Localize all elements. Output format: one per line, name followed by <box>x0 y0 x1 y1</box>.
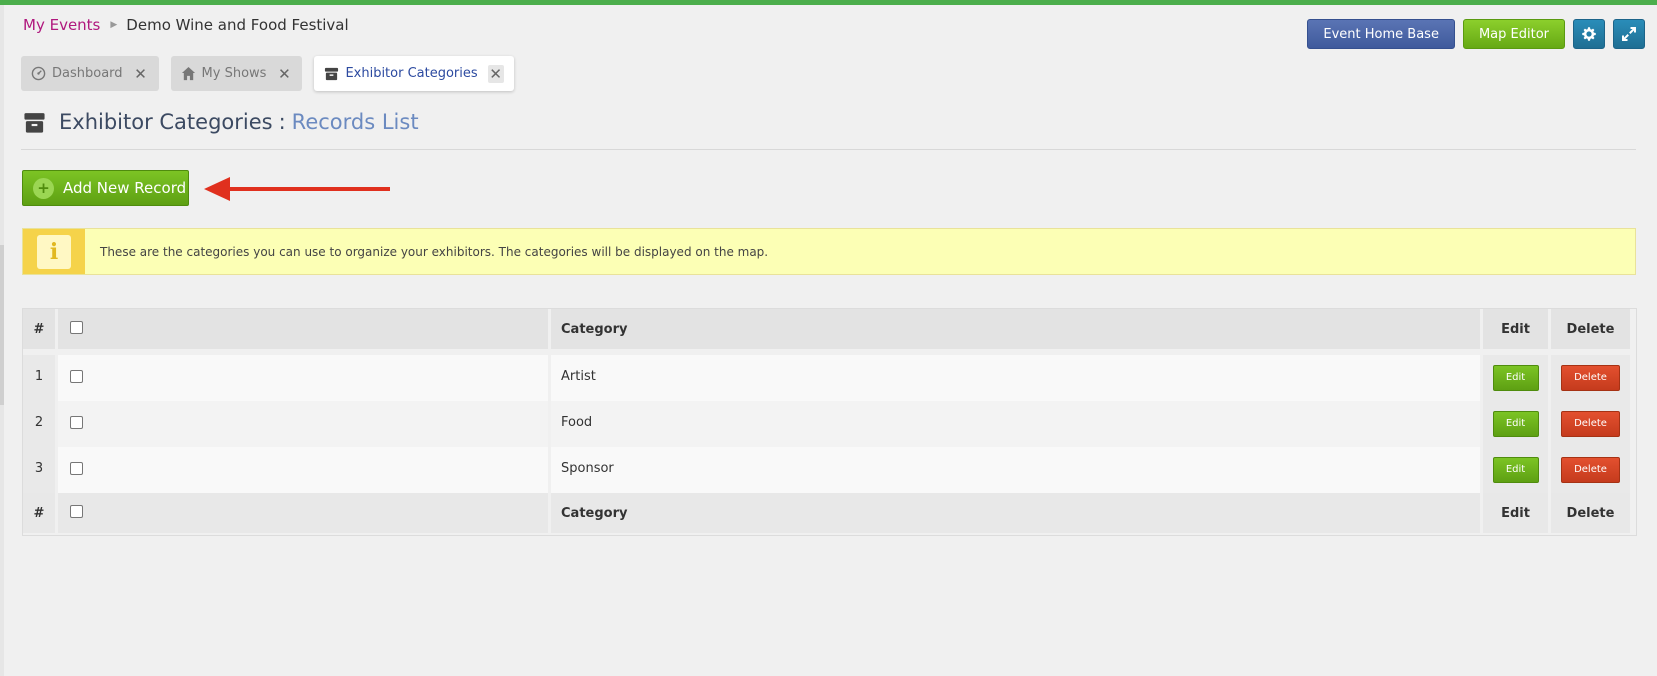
add-new-record-label: Add New Record <box>63 179 187 197</box>
expand-icon <box>1622 27 1636 41</box>
breadcrumb-link-my-events[interactable]: My Events <box>23 16 100 34</box>
map-editor-button[interactable]: Map Editor <box>1462 19 1565 49</box>
breadcrumb-current: Demo Wine and Food Festival <box>126 16 349 34</box>
tab-exhibitor-categories[interactable]: Exhibitor Categories ✕ <box>314 56 514 91</box>
page-title-sub: Records List <box>291 110 419 134</box>
close-icon[interactable]: ✕ <box>487 64 504 83</box>
table-header-row: # Category Edit Delete <box>23 309 1630 349</box>
header-delete: Delete <box>1551 309 1630 349</box>
event-home-base-button[interactable]: Event Home Base <box>1307 19 1455 49</box>
row-checkbox[interactable] <box>70 461 83 475</box>
table-row: 3 Sponsor Edit Delete <box>23 447 1630 493</box>
footer-delete: Delete <box>1551 493 1630 533</box>
row-category: Sponsor <box>551 447 1480 493</box>
row-category: Food <box>551 401 1480 447</box>
page-title-main: Exhibitor Categories <box>59 110 273 134</box>
archive-icon <box>324 66 339 81</box>
top-accent-bar <box>0 0 1657 5</box>
edit-button[interactable]: Edit <box>1492 365 1539 391</box>
info-box: i These are the categories you can use t… <box>22 228 1636 275</box>
left-edge <box>0 5 4 676</box>
row-num: 3 <box>23 447 55 493</box>
footer-num: # <box>23 493 55 533</box>
add-new-record-button[interactable]: + Add New Record <box>22 170 189 206</box>
settings-button[interactable] <box>1573 19 1605 49</box>
close-icon[interactable]: ✕ <box>276 65 292 83</box>
tab-label: Dashboard <box>52 66 123 81</box>
info-icon: i <box>37 234 71 269</box>
select-all-checkbox[interactable] <box>70 504 83 518</box>
table-row: 2 Food Edit Delete <box>23 401 1630 447</box>
tab-dashboard[interactable]: Dashboard ✕ <box>21 56 159 91</box>
row-delete-cell: Delete <box>1551 447 1630 493</box>
delete-button[interactable]: Delete <box>1561 411 1620 437</box>
row-edit-cell: Edit <box>1483 447 1548 493</box>
row-select-cell <box>58 401 548 447</box>
fullscreen-button[interactable] <box>1613 19 1645 49</box>
plus-icon: + <box>33 177 54 199</box>
title-divider <box>21 149 1636 150</box>
breadcrumb-separator-icon: ▶ <box>110 20 118 30</box>
home-icon <box>181 66 196 81</box>
row-num: 1 <box>23 355 55 401</box>
header-category[interactable]: Category <box>551 309 1480 349</box>
row-checkbox[interactable] <box>70 415 83 429</box>
tab-my-shows[interactable]: My Shows ✕ <box>170 56 303 91</box>
close-icon[interactable]: ✕ <box>133 65 149 83</box>
tab-label: My Shows <box>201 66 267 81</box>
info-text: These are the categories you can use to … <box>100 244 769 259</box>
row-delete-cell: Delete <box>1551 401 1630 447</box>
annotation-arrow-icon <box>204 177 390 201</box>
archive-icon <box>22 111 47 134</box>
row-select-cell <box>58 447 548 493</box>
breadcrumb: My Events ▶ Demo Wine and Food Festival <box>23 16 349 34</box>
tab-label: Exhibitor Categories <box>345 66 478 81</box>
header-edit: Edit <box>1483 309 1548 349</box>
row-select-cell <box>58 355 548 401</box>
row-edit-cell: Edit <box>1483 401 1548 447</box>
edit-button[interactable]: Edit <box>1492 411 1539 437</box>
header-select-cell <box>58 309 548 349</box>
tab-bar: Dashboard ✕ My Shows ✕ Exhibitor Categor… <box>21 56 514 91</box>
delete-button[interactable]: Delete <box>1561 457 1620 483</box>
footer-select-cell <box>58 493 548 533</box>
left-edge-marker <box>0 245 4 405</box>
header-num: # <box>23 309 55 349</box>
row-num: 2 <box>23 401 55 447</box>
page-title: Exhibitor Categories : Records List <box>22 110 419 134</box>
edit-button[interactable]: Edit <box>1492 457 1539 483</box>
select-all-checkbox[interactable] <box>70 320 83 334</box>
delete-button[interactable]: Delete <box>1561 365 1620 391</box>
records-table-grid: # Category Edit Delete 1 Artist Edit Del… <box>20 309 1633 533</box>
footer-category[interactable]: Category <box>551 493 1480 533</box>
row-category: Artist <box>551 355 1480 401</box>
records-table: # Category Edit Delete 1 Artist Edit Del… <box>23 309 1636 533</box>
table-row: 1 Artist Edit Delete <box>23 355 1630 401</box>
page-title-separator: : <box>278 110 286 134</box>
table-footer-row: # Category Edit Delete <box>23 493 1630 533</box>
dashboard-icon <box>31 66 46 81</box>
footer-edit: Edit <box>1483 493 1548 533</box>
info-icon-container: i <box>23 229 85 274</box>
row-edit-cell: Edit <box>1483 355 1548 401</box>
row-delete-cell: Delete <box>1551 355 1630 401</box>
gear-icon <box>1582 27 1596 41</box>
row-checkbox[interactable] <box>70 369 83 383</box>
top-actions: Event Home Base Map Editor <box>1307 19 1645 49</box>
